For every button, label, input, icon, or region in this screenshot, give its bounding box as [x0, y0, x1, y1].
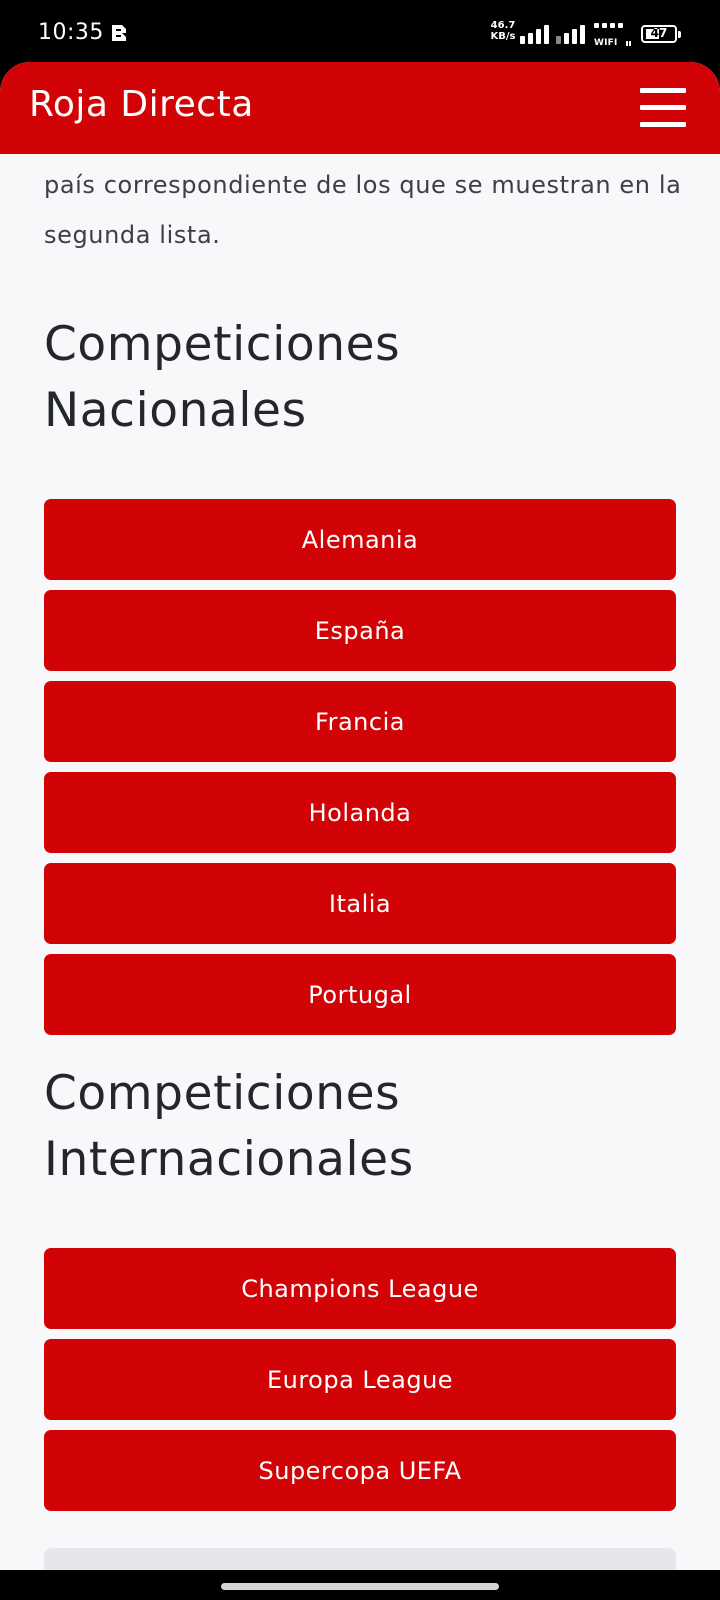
network-speed: 46.7 KB/s	[488, 20, 518, 42]
status-time: 10:35	[38, 20, 104, 45]
competition-button-supercopa-uefa[interactable]: Supercopa UEFA	[44, 1430, 676, 1511]
menu-bar-bottom	[640, 122, 686, 127]
competition-button-holanda[interactable]: Holanda	[44, 772, 676, 853]
section-title-international-line2: Internacionales	[44, 1132, 414, 1187]
next-section-card	[44, 1548, 676, 1570]
network-speed-unit: KB/s	[490, 31, 516, 42]
battery-percentage: 47	[650, 26, 668, 40]
battery-icon: 47	[641, 25, 677, 43]
section-title-international: Competiciones Internacionales	[44, 1061, 664, 1193]
menu-bar-top	[640, 88, 686, 93]
wifi-label: WIFI	[594, 38, 618, 48]
site-logo[interactable]: Roja Directa	[29, 84, 254, 125]
section-title-national: Competiciones Nacionales	[44, 312, 664, 444]
network-speed-value: 46.7	[490, 20, 516, 31]
competition-button-europa-league[interactable]: Europa League	[44, 1339, 676, 1420]
notification-app-icon	[112, 25, 126, 41]
competition-button-alemania[interactable]: Alemania	[44, 499, 676, 580]
competition-button-francia[interactable]: Francia	[44, 681, 676, 762]
site-header: Roja Directa	[0, 62, 720, 154]
competition-button-italia[interactable]: Italia	[44, 863, 676, 944]
signal-strength-secondary-icon	[556, 25, 585, 44]
signal-strength-icon	[520, 25, 549, 44]
competition-button-espana[interactable]: España	[44, 590, 676, 671]
menu-bar-middle	[640, 105, 686, 110]
section-title-national-line2: Nacionales	[44, 383, 307, 438]
status-bar: 10:35 46.7 KB/s WIFI 47	[0, 0, 720, 62]
web-page: Roja Directa país correspondiente de los…	[0, 62, 720, 1570]
hamburger-menu-icon[interactable]	[640, 88, 688, 128]
section-title-international-line1: Competiciones	[44, 1066, 401, 1121]
competition-button-portugal[interactable]: Portugal	[44, 954, 676, 1035]
intro-paragraph: país correspondiente de los que se muest…	[44, 171, 682, 249]
battery-tip	[678, 31, 681, 38]
home-gesture-handle[interactable]	[221, 1583, 499, 1590]
section-title-national-line1: Competiciones	[44, 317, 401, 372]
competition-button-champions-league[interactable]: Champions League	[44, 1248, 676, 1329]
